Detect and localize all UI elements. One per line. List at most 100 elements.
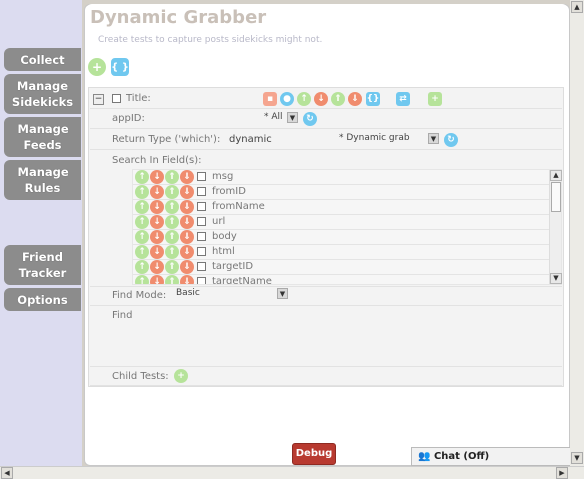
list-item: ↑ ↓ ⇑ ⇓ msg bbox=[133, 170, 549, 185]
top-icon[interactable]: ⇑ bbox=[165, 215, 179, 229]
field-checkbox[interactable] bbox=[197, 232, 206, 241]
scroll-down-icon[interactable]: ▼ bbox=[571, 452, 583, 464]
page-scrollbar-vertical[interactable]: ▲ ▼ bbox=[570, 0, 584, 466]
move-down-icon[interactable]: ↓ bbox=[314, 92, 328, 106]
up-icon[interactable]: ↑ bbox=[135, 200, 149, 214]
scroll-up-icon[interactable]: ▲ bbox=[550, 170, 562, 181]
down-icon[interactable]: ↓ bbox=[150, 230, 164, 244]
field-name: targetID bbox=[212, 261, 254, 272]
top-icon[interactable]: ⇑ bbox=[165, 170, 179, 184]
add-test-icon[interactable]: + bbox=[88, 58, 106, 76]
scroll-left-icon[interactable]: ◀ bbox=[1, 467, 13, 479]
appid-select[interactable]: * All ▼ bbox=[262, 112, 298, 125]
nav-friend-tracker[interactable]: Friend Tracker bbox=[4, 245, 81, 285]
code-icon[interactable]: {} bbox=[366, 92, 380, 106]
bottom-icon[interactable]: ⇓ bbox=[180, 230, 194, 244]
top-icon[interactable]: ⇑ bbox=[165, 275, 179, 284]
down-icon[interactable]: ↓ bbox=[150, 200, 164, 214]
list-item: ↑ ↓ ⇑ ⇓ fromName bbox=[133, 200, 549, 215]
field-name: msg bbox=[212, 171, 234, 182]
page-title: Dynamic Grabber bbox=[90, 7, 267, 28]
braces-icon[interactable]: { } bbox=[111, 58, 129, 76]
up-icon[interactable]: ↑ bbox=[135, 215, 149, 229]
list-item: ↑ ↓ ⇑ ⇓ body bbox=[133, 230, 549, 245]
add-child-icon[interactable]: + bbox=[428, 92, 442, 106]
move-up-icon[interactable]: ↑ bbox=[297, 92, 311, 106]
down-icon[interactable]: ↓ bbox=[150, 245, 164, 259]
field-checkbox[interactable] bbox=[197, 247, 206, 256]
field-checkbox[interactable] bbox=[197, 217, 206, 226]
find-mode-select[interactable]: Basic ▼ bbox=[174, 288, 288, 301]
up-icon[interactable]: ↑ bbox=[135, 185, 149, 199]
scroll-up-icon[interactable]: ▲ bbox=[571, 1, 583, 13]
refresh-icon[interactable]: ↻ bbox=[444, 133, 458, 147]
up-icon[interactable]: ↑ bbox=[135, 170, 149, 184]
down-icon[interactable]: ↓ bbox=[150, 275, 164, 284]
field-name: url bbox=[212, 216, 226, 227]
return-type-value: dynamic bbox=[229, 134, 272, 145]
bottom-icon[interactable]: ⇓ bbox=[180, 260, 194, 274]
page-scrollbar-horizontal[interactable]: ◀ ▶ bbox=[0, 466, 584, 479]
search-fields-label: Search In Field(s): bbox=[112, 155, 202, 166]
bottom-icon[interactable]: ⇓ bbox=[180, 170, 194, 184]
export-icon[interactable]: ⇄ bbox=[396, 92, 410, 106]
field-name: fromName bbox=[212, 201, 265, 212]
child-tests-label: Child Tests: bbox=[112, 371, 169, 382]
bottom-icon[interactable]: ⇓ bbox=[180, 245, 194, 259]
field-checkbox[interactable] bbox=[197, 202, 206, 211]
chat-bar[interactable]: 👥 Chat (Off) bbox=[411, 447, 571, 466]
bottom-icon[interactable]: ⇓ bbox=[180, 215, 194, 229]
move-bottom-icon[interactable]: ⇓ bbox=[348, 92, 362, 106]
up-icon[interactable]: ↑ bbox=[135, 230, 149, 244]
field-name: fromID bbox=[212, 186, 246, 197]
find-textarea[interactable] bbox=[132, 309, 562, 363]
field-list-scrollbar[interactable]: ▲ ▼ bbox=[549, 170, 562, 284]
nav-manage-rules[interactable]: Manage Rules bbox=[4, 160, 81, 200]
appid-row bbox=[90, 109, 562, 129]
field-list: ↑ ↓ ⇑ ⇓ msg ↑ ↓ ⇑ ⇓ fromID ↑ ↓ ⇑ ⇓ fromN… bbox=[132, 169, 562, 285]
top-icon[interactable]: ⇑ bbox=[165, 245, 179, 259]
debug-button[interactable]: Debug bbox=[292, 443, 336, 465]
up-icon[interactable]: ↑ bbox=[135, 275, 149, 284]
top-icon[interactable]: ⇑ bbox=[165, 185, 179, 199]
return-type-select[interactable]: * Dynamic grab ▼ bbox=[337, 133, 439, 146]
copy-icon[interactable]: ● bbox=[280, 92, 294, 106]
up-icon[interactable]: ↑ bbox=[135, 245, 149, 259]
nav-manage-sidekicks[interactable]: Manage Sidekicks bbox=[4, 74, 81, 114]
scroll-right-icon[interactable]: ▶ bbox=[556, 467, 568, 479]
scroll-thumb[interactable] bbox=[551, 182, 561, 212]
field-checkbox[interactable] bbox=[197, 277, 206, 284]
down-icon[interactable]: ↓ bbox=[150, 260, 164, 274]
field-name: targetName bbox=[212, 276, 272, 285]
bottom-icon[interactable]: ⇓ bbox=[180, 185, 194, 199]
field-checkbox[interactable] bbox=[197, 187, 206, 196]
down-icon[interactable]: ↓ bbox=[150, 185, 164, 199]
add-child-test-icon[interactable]: + bbox=[174, 369, 188, 383]
nav-options[interactable]: Options bbox=[4, 288, 81, 311]
down-icon[interactable]: ↓ bbox=[150, 215, 164, 229]
collapse-icon[interactable]: − bbox=[93, 94, 104, 105]
refresh-icon[interactable]: ↻ bbox=[303, 112, 317, 126]
list-item: ↑ ↓ ⇑ ⇓ targetName bbox=[133, 275, 549, 285]
list-item: ↑ ↓ ⇑ ⇓ fromID bbox=[133, 185, 549, 200]
top-icon[interactable]: ⇑ bbox=[165, 260, 179, 274]
nav-manage-feeds[interactable]: Manage Feeds bbox=[4, 117, 81, 157]
title-label: Title: bbox=[126, 93, 151, 104]
nav-collect[interactable]: Collect bbox=[4, 48, 81, 71]
page-subtitle: Create tests to capture posts sidekicks … bbox=[98, 35, 323, 45]
bottom-icon[interactable]: ⇓ bbox=[180, 200, 194, 214]
title-checkbox[interactable] bbox=[112, 94, 121, 103]
top-icon[interactable]: ⇑ bbox=[165, 200, 179, 214]
top-icon[interactable]: ⇑ bbox=[165, 230, 179, 244]
up-icon[interactable]: ↑ bbox=[135, 260, 149, 274]
list-item: ↑ ↓ ⇑ ⇓ html bbox=[133, 245, 549, 260]
scroll-down-icon[interactable]: ▼ bbox=[550, 273, 562, 284]
down-icon[interactable]: ↓ bbox=[150, 170, 164, 184]
move-top-icon[interactable]: ⇑ bbox=[331, 92, 345, 106]
field-checkbox[interactable] bbox=[197, 172, 206, 181]
delete-icon[interactable]: ▪ bbox=[263, 92, 277, 106]
chat-users-icon: 👥 bbox=[418, 451, 431, 462]
chat-label: Chat (Off) bbox=[433, 451, 490, 462]
field-checkbox[interactable] bbox=[197, 262, 206, 271]
bottom-icon[interactable]: ⇓ bbox=[180, 275, 194, 284]
